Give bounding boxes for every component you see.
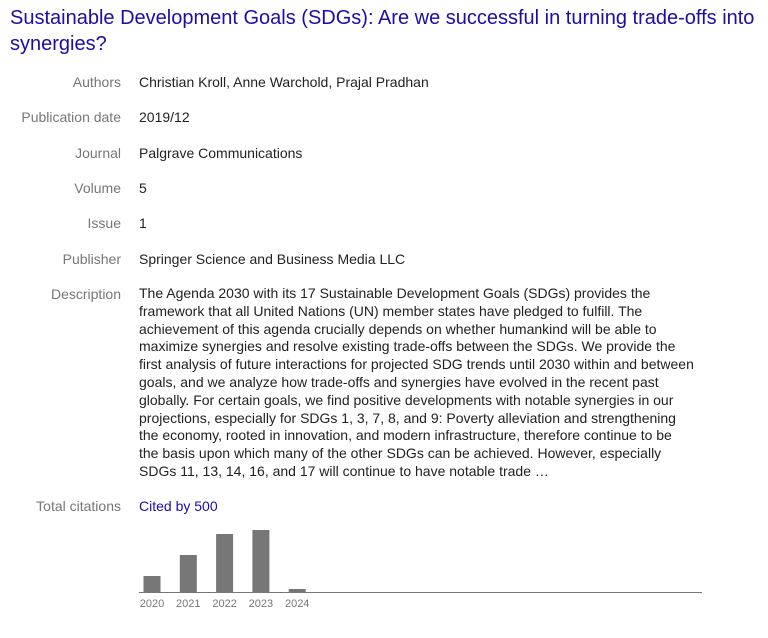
citation-bar-2020[interactable] (143, 576, 161, 592)
authors-label: Authors (72, 74, 121, 90)
description-text: The Agenda 2030 with its 17 Sustainable … (139, 285, 694, 479)
citation-bar-2021[interactable] (179, 555, 197, 592)
cited-by-link[interactable]: Cited by 500 (139, 497, 695, 515)
year-tick-label: 2021 (176, 598, 200, 610)
issue-label: Issue (87, 215, 121, 231)
total-citations-label: Total citations (36, 498, 121, 514)
volume-value: 5 (139, 180, 147, 196)
year-tick-label: 2024 (285, 598, 309, 610)
citation-bar-2023[interactable] (252, 530, 270, 592)
year-tick-label: 2022 (212, 598, 236, 610)
citation-bar-2022[interactable] (216, 534, 234, 592)
authors-value: Christian Kroll, Anne Warchold, Prajal P… (139, 74, 429, 90)
volume-label: Volume (74, 180, 121, 196)
citation-bar-2024[interactable] (288, 589, 306, 592)
publisher-value: Springer Science and Business Media LLC (139, 251, 406, 267)
publisher-label: Publisher (62, 251, 121, 267)
article-title-link[interactable]: Sustainable Development Goals (SDGs): Ar… (10, 5, 760, 57)
journal-value: Palgrave Communications (139, 145, 303, 161)
year-tick-label: 2020 (140, 598, 164, 610)
citations-bar-chart: 2020 2021 2022 2023 2024 (139, 530, 702, 610)
description-label: Description (50, 286, 121, 302)
publication-date-value: 2019/12 (139, 109, 190, 125)
year-tick-label: 2023 (249, 598, 273, 610)
journal-label: Journal (75, 145, 121, 161)
issue-value: 1 (139, 215, 147, 231)
publication-date-label: Publication date (21, 109, 121, 125)
